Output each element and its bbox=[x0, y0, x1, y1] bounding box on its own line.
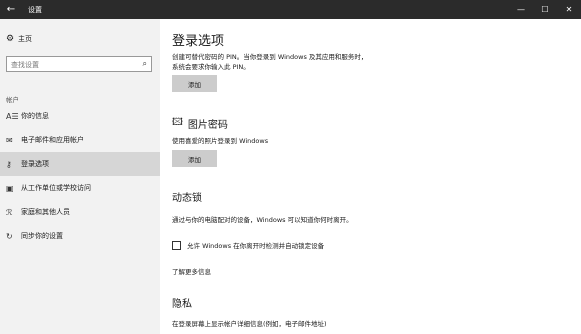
dynamic-lock-title: 动态锁 bbox=[172, 193, 202, 204]
dynamic-lock-checkbox[interactable]: 允许 Windows 在你离开时检测并自动锁定设备 bbox=[172, 240, 324, 250]
search-placeholder: 查找设置 bbox=[11, 61, 39, 69]
dynamic-lock-description: 通过与你的电脑配对的设备，Windows 可以知道你何时离开。 bbox=[172, 216, 353, 224]
sidebar-item-email-accounts[interactable]: ✉ 电子邮件和应用帐户 bbox=[0, 128, 160, 152]
home-link[interactable]: ⚙ 主页 bbox=[6, 34, 32, 44]
home-label: 主页 bbox=[18, 35, 32, 43]
mail-icon: ✉ bbox=[6, 135, 13, 145]
window-controls: — ☐ ✕ bbox=[509, 0, 581, 19]
close-button[interactable]: ✕ bbox=[557, 0, 581, 19]
sidebar-item-work-school[interactable]: ▣ 从工作单位或学校访问 bbox=[0, 176, 160, 200]
people-icon: ℛ bbox=[6, 207, 13, 217]
briefcase-icon: ▣ bbox=[6, 183, 14, 193]
search-input[interactable]: 查找设置 ⌕ bbox=[6, 56, 152, 72]
minimize-button[interactable]: — bbox=[509, 0, 533, 19]
sidebar-item-sync[interactable]: ↻ 同步你的设置 bbox=[0, 224, 160, 248]
maximize-button[interactable]: ☐ bbox=[533, 0, 557, 19]
picture-password-heading: 🖾 图片密码 bbox=[172, 115, 228, 132]
sidebar-group-heading: 帐户 bbox=[6, 96, 19, 104]
learn-more-link[interactable]: 了解更多信息 bbox=[172, 266, 211, 276]
key-icon: ⚷ bbox=[6, 159, 12, 169]
page-title: 登录选项 bbox=[172, 34, 225, 49]
close-icon: ✕ bbox=[565, 5, 573, 14]
sidebar-item-your-info[interactable]: A☰ 你的信息 bbox=[0, 104, 160, 128]
pin-description-line2: 系统会要求你输入此 PIN。 bbox=[172, 63, 250, 71]
title-bar: ← 设置 — ☐ ✕ bbox=[0, 0, 581, 19]
sidebar-item-label: 家庭和其他人员 bbox=[21, 208, 70, 216]
sidebar-item-label: 登录选项 bbox=[21, 160, 49, 168]
back-button[interactable]: ← bbox=[0, 0, 22, 19]
sync-icon: ↻ bbox=[6, 231, 13, 241]
minimize-icon: — bbox=[517, 5, 525, 14]
dynamic-lock-checkbox-label: 允许 Windows 在你离开时检测并自动锁定设备 bbox=[187, 242, 325, 250]
picture-password-title: 图片密码 bbox=[187, 120, 228, 131]
person-card-icon: A☰ bbox=[6, 111, 19, 121]
picture-add-button[interactable]: 添加 bbox=[172, 150, 217, 167]
privacy-description: 在登录屏幕上显示帐户详细信息(例如，电子邮件地址) bbox=[172, 320, 327, 328]
pin-description-line1: 创建可替代密码的 PIN。当你登录到 Windows 及其应用和服务时， bbox=[172, 53, 368, 61]
sidebar-item-family[interactable]: ℛ 家庭和其他人员 bbox=[0, 200, 160, 224]
window-title: 设置 bbox=[28, 5, 42, 14]
sidebar-item-sign-in-options[interactable]: ⚷ 登录选项 bbox=[0, 152, 160, 176]
picture-icon: 🖾 bbox=[172, 117, 183, 128]
sidebar-item-label: 你的信息 bbox=[21, 112, 49, 120]
sidebar-item-label: 从工作单位或学校访问 bbox=[21, 184, 91, 192]
back-arrow-icon: ← bbox=[6, 4, 16, 15]
pin-add-button[interactable]: 添加 bbox=[172, 75, 217, 92]
search-icon[interactable]: ⌕ bbox=[143, 59, 147, 69]
maximize-icon: ☐ bbox=[541, 5, 549, 14]
sidebar: ⚙ 主页 查找设置 ⌕ 帐户 A☰ 你的信息 ✉ 电子邮件和应用帐户 ⚷ 登录选… bbox=[0, 19, 160, 334]
privacy-title: 隐私 bbox=[172, 299, 192, 310]
picture-password-description: 使用喜爱的照片登录到 Windows bbox=[172, 137, 269, 145]
checkbox-box[interactable] bbox=[172, 240, 181, 250]
sidebar-item-label: 电子邮件和应用帐户 bbox=[21, 136, 84, 144]
sidebar-item-label: 同步你的设置 bbox=[21, 232, 63, 240]
gear-icon: ⚙ bbox=[6, 34, 15, 44]
